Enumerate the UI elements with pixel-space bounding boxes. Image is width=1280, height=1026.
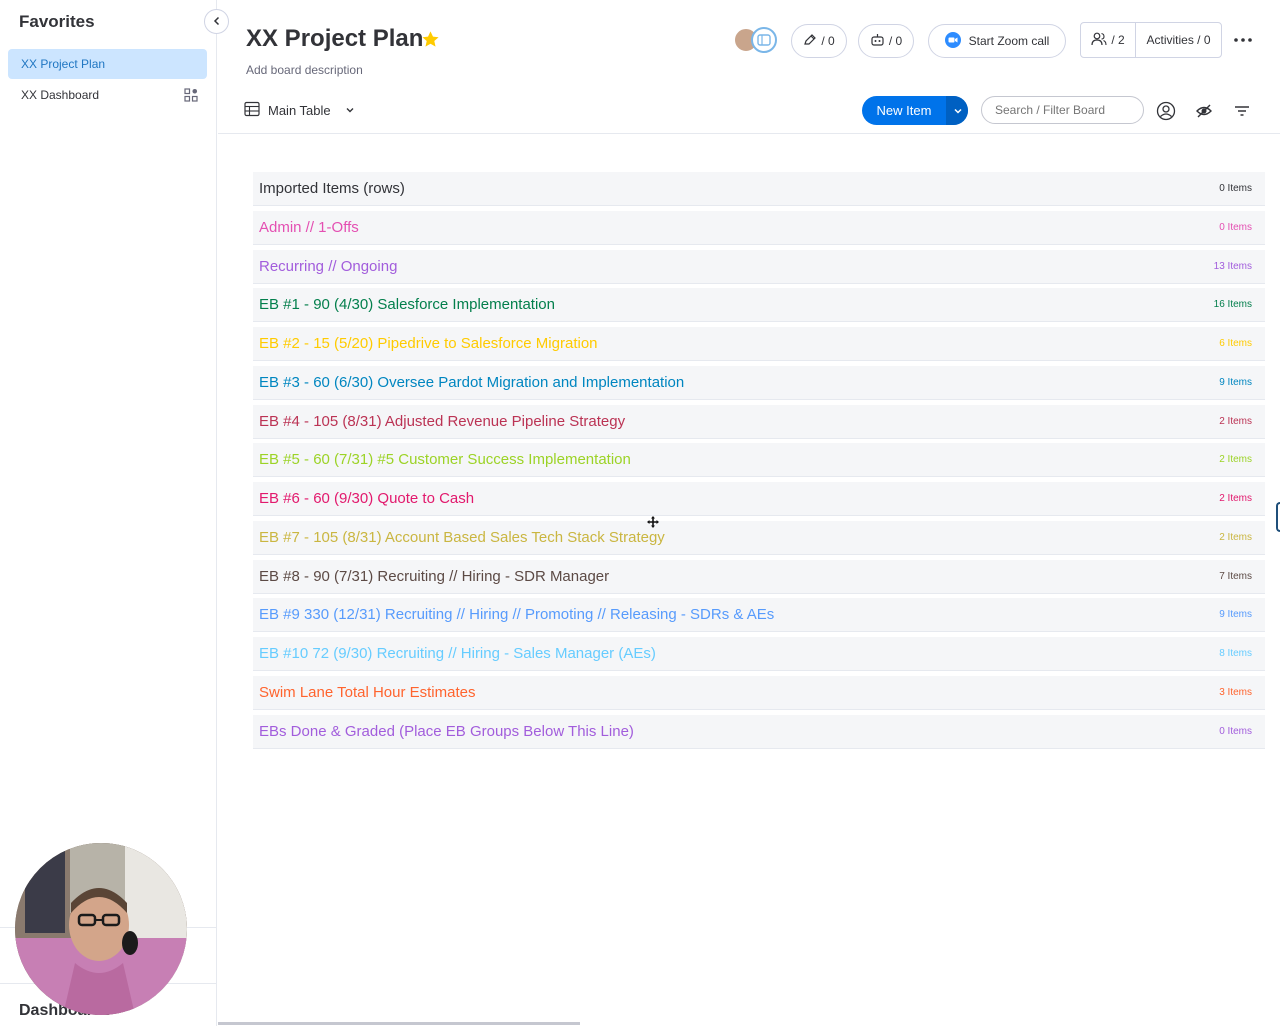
- group-item-count: 2 Items: [1219, 493, 1252, 504]
- side-panel-handle[interactable]: [1276, 502, 1280, 532]
- webcam-overlay: [15, 843, 187, 1015]
- group-row[interactable]: EB #4 - 105 (8/31) Adjusted Revenue Pipe…: [253, 404, 1265, 439]
- tab-main-table[interactable]: Main Table: [244, 100, 355, 120]
- group-name[interactable]: EB #6 - 60 (9/30) Quote to Cash: [253, 490, 474, 507]
- group-name[interactable]: EB #2 - 15 (5/20) Pipedrive to Salesforc…: [253, 335, 598, 352]
- group-item-count: 7 Items: [1219, 570, 1252, 582]
- hide-columns-icon[interactable]: [1193, 100, 1215, 122]
- group-row[interactable]: EB #10 72 (9/30) Recruiting // Hiring - …: [253, 637, 1265, 671]
- group-name[interactable]: EB #8 - 90 (7/31) Recruiting // Hiring -…: [253, 568, 609, 585]
- group-name[interactable]: EBs Done & Graded (Place EB Groups Below…: [253, 723, 634, 740]
- group-row[interactable]: EB #9 330 (12/31) Recruiting // Hiring /…: [253, 598, 1265, 633]
- new-item-button[interactable]: New Item: [862, 96, 968, 125]
- group-name[interactable]: EB #4 - 105 (8/31) Adjusted Revenue Pipe…: [253, 413, 625, 430]
- members-count: / 2: [1111, 33, 1125, 47]
- activities-button[interactable]: Activities / 0: [1136, 33, 1221, 47]
- chevron-down-icon[interactable]: [946, 96, 968, 125]
- board-description[interactable]: Add board description: [246, 63, 363, 77]
- sidebar-item-label: XX Project Plan: [21, 57, 106, 71]
- tab-label: Main Table: [268, 102, 331, 118]
- group-name[interactable]: EB #1 - 90 (4/30) Salesforce Implementat…: [253, 296, 555, 313]
- group-name[interactable]: EB #9 330 (12/31) Recruiting // Hiring /…: [253, 606, 774, 623]
- group-name[interactable]: Recurring // Ongoing: [253, 258, 397, 275]
- group-row[interactable]: EB #5 - 60 (7/31) #5 Customer Success Im…: [253, 443, 1265, 478]
- group-row[interactable]: EB #2 - 15 (5/20) Pipedrive to Salesforc…: [253, 327, 1265, 361]
- group-row[interactable]: EB #7 - 105 (8/31) Account Based Sales T…: [253, 520, 1265, 555]
- group-item-count: 3 Items: [1219, 686, 1252, 698]
- groups-list: Imported Items (rows) 0 Items Admin // 1-O…: [253, 172, 1265, 753]
- group-row[interactable]: Admin // 1-Offs 0 Items: [253, 210, 1265, 245]
- board-title[interactable]: XX Project Plan: [246, 25, 423, 53]
- group-item-count: 0 Items: [1219, 183, 1252, 194]
- move-cursor-icon: [647, 515, 659, 528]
- group-name[interactable]: Swim Lane Total Hour Estimates: [253, 684, 475, 701]
- start-zoom-call-button[interactable]: Start Zoom call: [928, 24, 1066, 58]
- group-row[interactable]: Recurring // Ongoing 13 Items: [253, 249, 1265, 284]
- group-item-count: 2 Items: [1219, 531, 1252, 543]
- group-row[interactable]: EB #8 - 90 (7/31) Recruiting // Hiring -…: [253, 559, 1265, 594]
- group-row[interactable]: EB #1 - 90 (4/30) Salesforce Implementat…: [253, 288, 1265, 323]
- collapse-sidebar-button[interactable]: [204, 9, 229, 34]
- group-row[interactable]: Swim Lane Total Hour Estimates 3 Items: [253, 675, 1265, 710]
- group-item-count: 9 Items: [1219, 609, 1252, 621]
- zoom-label: Start Zoom call: [968, 34, 1050, 48]
- group-item-count: 2 Items: [1219, 454, 1252, 466]
- group-row[interactable]: EB #6 - 60 (9/30) Quote to Cash 2 Items: [253, 482, 1265, 516]
- robot-icon: [870, 33, 885, 50]
- table-icon: [244, 101, 260, 120]
- star-icon[interactable]: [421, 30, 440, 54]
- group-row[interactable]: Imported Items (rows) 0 Items: [253, 172, 1265, 206]
- more-options-icon[interactable]: [1230, 29, 1256, 51]
- search-input[interactable]: [981, 96, 1144, 124]
- group-row[interactable]: EBs Done & Graded (Place EB Groups Below…: [253, 714, 1265, 749]
- members-activities-group: / 2 Activities / 0: [1080, 22, 1222, 58]
- avatar: [751, 27, 777, 53]
- group-name[interactable]: EB #5 - 60 (7/31) #5 Customer Success Im…: [253, 451, 631, 468]
- sidebar-item-project-plan[interactable]: XX Project Plan: [8, 49, 207, 79]
- people-icon: [1091, 32, 1107, 49]
- members-button[interactable]: / 2: [1081, 23, 1136, 57]
- filter-icon[interactable]: [1231, 100, 1253, 122]
- group-name[interactable]: EB #3 - 60 (6/30) Oversee Pardot Migrati…: [253, 374, 684, 391]
- sidebar-item-dashboard[interactable]: XX Dashboard: [8, 80, 207, 110]
- automations-count: / 0: [888, 34, 903, 48]
- automations-button[interactable]: / 0: [858, 24, 914, 58]
- new-item-label: New Item: [876, 103, 932, 118]
- group-name[interactable]: EB #7 - 105 (8/31) Account Based Sales T…: [253, 529, 665, 546]
- person-filter-icon[interactable]: [1155, 100, 1177, 122]
- sidebar-item-label: XX Dashboard: [21, 88, 100, 102]
- favorites-title: Favorites: [19, 12, 95, 31]
- chevron-left-icon: [212, 13, 222, 31]
- group-item-count: 6 Items: [1219, 338, 1252, 349]
- group-item-count: 2 Items: [1219, 415, 1252, 427]
- updates-icon: [803, 33, 817, 50]
- horizontal-scrollbar[interactable]: [218, 1022, 580, 1025]
- header-divider: [218, 133, 1280, 134]
- group-name[interactable]: EB #10 72 (9/30) Recruiting // Hiring - …: [253, 645, 656, 662]
- avatar-group[interactable]: [733, 27, 779, 53]
- group-item-count: 16 Items: [1213, 299, 1252, 311]
- group-name[interactable]: Admin // 1-Offs: [253, 219, 359, 236]
- zoom-icon: [944, 31, 961, 51]
- group-item-count: 0 Items: [1219, 221, 1252, 233]
- group-name[interactable]: Imported Items (rows): [253, 180, 405, 197]
- updates-button[interactable]: / 0: [791, 24, 847, 58]
- group-item-count: 9 Items: [1219, 376, 1252, 388]
- group-row[interactable]: EB #3 - 60 (6/30) Oversee Pardot Migrati…: [253, 365, 1265, 400]
- group-item-count: 13 Items: [1213, 260, 1252, 272]
- chevron-down-icon[interactable]: [345, 103, 355, 118]
- dashboard-icon: [184, 88, 198, 105]
- updates-count: / 0: [821, 34, 835, 48]
- group-item-count: 8 Items: [1219, 648, 1252, 659]
- group-item-count: 0 Items: [1219, 725, 1252, 737]
